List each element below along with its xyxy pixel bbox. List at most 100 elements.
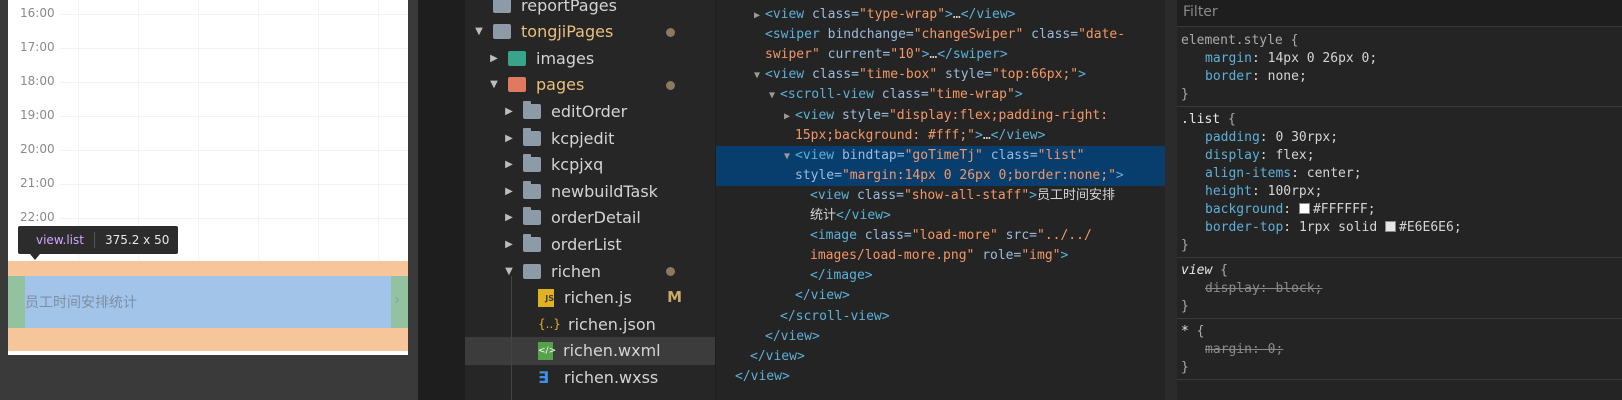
property-value: flex — [1275, 148, 1307, 163]
expand-right-icon[interactable]: ▶ — [754, 6, 765, 26]
styles-filter-input[interactable]: Filter — [1177, 0, 1622, 27]
style-property[interactable]: display: block; — [1181, 280, 1620, 298]
dom-node-line[interactable]: ▼ <view class="time-box" style="top:66px;… — [716, 65, 1165, 85]
tree-item-richen-js[interactable]: JS richen.js M — [465, 284, 715, 312]
property-value: #FFFFFF — [1312, 202, 1368, 217]
staff-schedule-list-item[interactable]: 员工时间安排统计 › — [25, 276, 400, 328]
code-tag: </image> — [810, 268, 873, 284]
chevron-right-icon[interactable]: ▶ — [503, 159, 515, 170]
dom-node-line[interactable]: swiper" current="10">…</swiper> — [716, 45, 1165, 65]
rule-selector-line: element.style { — [1181, 32, 1620, 50]
folder-icon — [493, 0, 511, 13]
style-rule[interactable]: element.style {margin: 14px 0 26px 0; bor… — [1177, 28, 1622, 107]
dom-node-line[interactable]: </view> — [716, 286, 1165, 306]
style-property[interactable]: border: none; — [1181, 68, 1620, 86]
tree-item-richen[interactable]: ▼ richen — [465, 257, 715, 285]
chevron-right-icon[interactable]: ▶ — [503, 133, 515, 144]
dom-node-line[interactable]: images/load-more.png" role="img"> — [716, 246, 1165, 266]
code-val: swiper" — [765, 47, 820, 63]
color-swatch[interactable] — [1385, 221, 1397, 232]
dom-node-line[interactable]: ▼ <scroll-view class="time-wrap"> — [716, 85, 1165, 105]
code-attr: class= — [864, 228, 912, 244]
semicolon: ; — [1314, 281, 1323, 296]
property-name: padding — [1205, 130, 1260, 145]
style-rule[interactable]: view {display: block;} — [1177, 258, 1622, 319]
style-property[interactable]: border-top: 1rpx solid #E6E6E6; — [1181, 219, 1620, 237]
style-property[interactable]: background: #FFFFFF; — [1181, 201, 1620, 219]
rule-selector-line: * { — [1181, 323, 1620, 341]
modified-dot-icon — [666, 80, 675, 90]
tree-item-label: editOrder — [551, 101, 628, 121]
tree-item-orderList[interactable]: ▶ orderList — [465, 230, 715, 258]
style-property[interactable]: align-items: center; — [1181, 165, 1620, 183]
chevron-right-icon[interactable]: ▶ — [503, 239, 515, 250]
image-folder-icon — [508, 50, 526, 66]
tree-item-label: newbuildTask — [551, 181, 658, 201]
tree-item-label: richen.json — [568, 314, 656, 334]
chevron-down-icon[interactable]: ▼ — [473, 26, 485, 37]
dom-node-line[interactable]: <view class="show-all-staff">员工时间安排 — [716, 186, 1165, 206]
code-attr: bindtap= — [841, 147, 905, 163]
dom-node-line[interactable]: </scroll-view> — [716, 307, 1165, 327]
color-swatch[interactable] — [1298, 203, 1310, 214]
chevron-right-icon[interactable]: ▶ — [488, 53, 500, 64]
tree-item-editOrder[interactable]: ▶ editOrder — [465, 97, 715, 125]
tree-item-richen-wxml[interactable]: </> richen.wxml — [465, 336, 715, 365]
code-val: "show-all-staff" — [903, 187, 1030, 203]
style-rule[interactable]: .list {padding: 0 30rpx; display: flex; al… — [1177, 107, 1622, 258]
tree-item-label: richen.js — [564, 288, 632, 308]
dom-node-line[interactable]: <swiper bindchange="changeSwiper" class=… — [716, 25, 1165, 45]
code-tag: > — [1078, 67, 1086, 83]
tree-item-richen-json[interactable]: {..} richen.json — [465, 310, 715, 338]
tree-item-kcpjedit[interactable]: ▶ kcpjedit — [465, 124, 715, 152]
expand-down-icon[interactable]: ▼ — [784, 147, 795, 167]
dom-node-line[interactable]: 统计</view> — [716, 206, 1165, 226]
dom-node-line[interactable]: style="margin:14px 0 26px 0;border:none;… — [716, 165, 1165, 186]
style-property[interactable]: margin: 0; — [1181, 341, 1620, 359]
chevron-right-icon[interactable]: ▶ — [503, 212, 515, 223]
tree-item-reportPages[interactable]: reportPages — [465, 0, 715, 19]
dom-node-line[interactable]: </image> — [716, 266, 1165, 286]
code-val: "time-wrap" — [928, 87, 1015, 103]
chevron-right-icon[interactable]: ▶ — [503, 106, 515, 117]
tree-item-richen-wxss[interactable]: ∃ richen.wxss — [465, 363, 715, 391]
open-brace: { — [1282, 33, 1299, 48]
tree-item-pages[interactable]: ▼ pages — [465, 71, 715, 99]
property-name: margin — [1205, 342, 1252, 357]
dom-node-line[interactable]: 15px;background: #fff;">…</view> — [716, 126, 1165, 146]
code-txt: … — [952, 7, 961, 22]
expand-down-icon[interactable]: ▼ — [769, 86, 780, 106]
tree-item-images[interactable]: ▶ images — [465, 44, 715, 72]
chevron-down-icon[interactable]: ▼ — [503, 266, 515, 277]
dom-node-line[interactable]: ▶ <view style="display:flex;padding-right… — [716, 106, 1165, 126]
dom-node-line[interactable]: ▶ <view class="type-wrap">…</view> — [716, 5, 1165, 25]
wxss-file-icon: ∃ — [538, 367, 549, 387]
style-rule[interactable]: * {margin: 0;} — [1177, 319, 1622, 380]
style-property[interactable]: padding: 0 30rpx; — [1181, 129, 1620, 147]
chevron-down-icon[interactable]: ▼ — [488, 79, 500, 90]
tree-item-label: richen.wxss — [564, 367, 659, 387]
chevron-right-icon[interactable]: ▶ — [503, 186, 515, 197]
dom-node-line[interactable]: <image class="load-more" src="../../ — [716, 226, 1165, 246]
tree-item-tongjiPages[interactable]: ▼ tongjiPages — [465, 18, 715, 46]
code-val: images/load-more.png" — [810, 248, 975, 264]
style-property[interactable]: height: 100rpx; — [1181, 183, 1620, 201]
style-property[interactable]: margin: 14px 0 26px 0; — [1181, 50, 1620, 68]
tree-item-orderDetail[interactable]: ▶ orderDetail — [465, 204, 715, 232]
code-tag: </view> — [795, 288, 850, 304]
code-tag: </scroll-view> — [780, 308, 890, 324]
tree-item-newbuildTask[interactable]: ▶ newbuildTask — [465, 177, 715, 205]
tree-item-kcpjxq[interactable]: ▶ kcpjxq — [465, 151, 715, 179]
dom-node-line[interactable]: </view> — [716, 367, 1165, 387]
grid-column-line — [318, 0, 319, 260]
expand-down-icon[interactable]: ▼ — [754, 66, 765, 86]
dom-node-line[interactable]: ▼ <view bindtap="goTimeTj" class="list" — [716, 145, 1165, 167]
style-property[interactable]: display: flex; — [1181, 147, 1620, 165]
dom-node-line[interactable]: </view> — [716, 327, 1165, 347]
code-tag: > — [1014, 87, 1023, 103]
rule-selector: * — [1181, 324, 1189, 339]
expand-right-icon[interactable]: ▶ — [784, 107, 795, 127]
panel-divider[interactable] — [1165, 0, 1177, 400]
dom-node-line[interactable]: </view> — [716, 347, 1165, 367]
js-file-icon: JS — [538, 288, 554, 307]
